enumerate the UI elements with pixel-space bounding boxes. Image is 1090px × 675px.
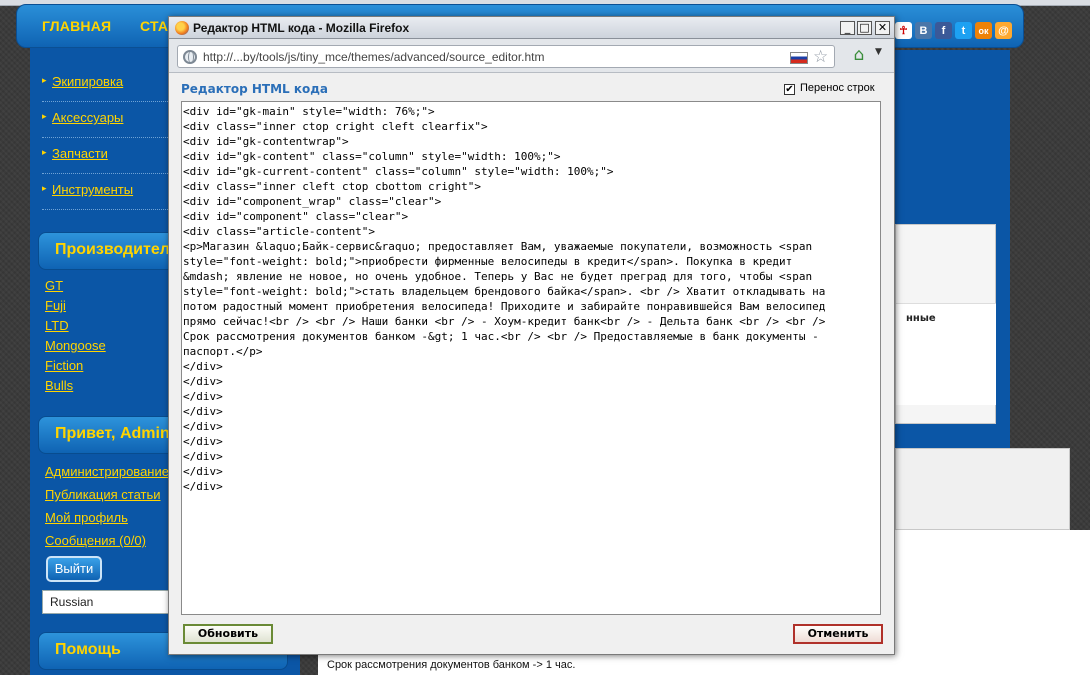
right-panel-body: нные (896, 303, 996, 405)
code-line: <div id="gk-contentwrap"> (183, 135, 349, 148)
language-select[interactable]: Russian (42, 590, 172, 614)
maximize-button[interactable]: □ (857, 21, 872, 35)
right-panel-text: нные (906, 313, 936, 324)
odnoklassniki-icon[interactable]: ок (975, 22, 992, 39)
code-line: </div> (183, 420, 223, 433)
chevron-down-icon[interactable]: ▼ (875, 47, 882, 57)
manufacturer-link[interactable]: LTD (45, 318, 69, 333)
menu-item-label[interactable]: Экипировка (52, 74, 123, 89)
bullet-icon: ▸ (42, 148, 47, 158)
code-line: <div id="gk-current-content" class="colu… (183, 165, 614, 178)
code-line: </div> (183, 480, 223, 493)
window-title: Редактор HTML кода - Mozilla Firefox (193, 21, 410, 35)
nav-item-home[interactable]: ГЛАВНАЯ (42, 18, 111, 34)
window-titlebar[interactable]: Редактор HTML кода - Mozilla Firefox _ □… (169, 17, 894, 39)
code-line: &mdash; явление не новое, но очень удобн… (183, 270, 813, 283)
code-line: </div> (183, 375, 223, 388)
publish-article-link[interactable]: Публикация статьи (45, 487, 161, 502)
menu-item-accessories[interactable]: ▸ Аксессуары (42, 102, 182, 138)
home-icon[interactable]: ⌂ (849, 45, 869, 65)
url-input[interactable]: http://...by/tools/js/tiny_mce/themes/ad… (177, 45, 835, 68)
bottom-article-text: Срок рассмотрения документов банком -> 1… (327, 659, 576, 671)
russia-flag-icon (790, 52, 808, 64)
code-line: паспорт.</p> (183, 345, 263, 358)
manufacturer-link[interactable]: GT (45, 278, 63, 293)
code-line: </div> (183, 390, 223, 403)
right-panel: нные (895, 224, 996, 424)
admin-link[interactable]: Администрирование (45, 464, 169, 479)
code-line: <div id="component_wrap" class="clear"> (183, 195, 442, 208)
bullet-icon: ▸ (42, 184, 47, 194)
url-text[interactable]: http://...by/tools/js/tiny_mce/themes/ad… (203, 50, 545, 64)
code-line: <div id="component" class="clear"> (183, 210, 409, 223)
editor-content-area: Редактор HTML кода ✔ Перенос строк <div … (169, 73, 894, 654)
update-button[interactable]: Обновить (183, 624, 273, 644)
nav-item-partial[interactable]: СТА (140, 18, 168, 34)
code-line: </div> (183, 360, 223, 373)
vk-icon[interactable]: В (915, 22, 932, 39)
minimize-button[interactable]: _ (840, 21, 855, 35)
bookmark-star-icon[interactable]: ☆ (813, 47, 828, 67)
messages-link[interactable]: Сообщения (0/0) (45, 533, 146, 548)
code-line: </div> (183, 435, 223, 448)
html-source-textarea[interactable]: <div id="gk-main" style="width: 76%;"> <… (181, 101, 881, 615)
bullet-icon: ▸ (42, 76, 47, 86)
help-header-title: Помощь (55, 641, 121, 658)
right-panel-lower (895, 448, 1070, 530)
logout-button[interactable]: Выйти (46, 556, 102, 582)
code-line: <p>Магазин &laquo;Байк-сервис&raquo; пре… (183, 240, 813, 253)
code-line: <div class="article-content"> (183, 225, 376, 238)
manufacturer-link[interactable]: Mongoose (45, 338, 106, 353)
code-line: <div class="inner cleft ctop cbottom cri… (183, 180, 482, 193)
code-line: </div> (183, 465, 223, 478)
menu-item-parts[interactable]: ▸ Запчасти (42, 138, 182, 174)
html-editor-popup: Редактор HTML кода - Mozilla Firefox _ □… (168, 16, 895, 655)
cancel-button[interactable]: Отменить (793, 624, 883, 644)
mail-icon[interactable]: @ (995, 22, 1012, 39)
firefox-icon (175, 21, 189, 35)
globe-icon (183, 50, 197, 64)
menu-item-equipment[interactable]: ▸ Экипировка (42, 66, 182, 102)
profile-link[interactable]: Мой профиль (45, 510, 128, 525)
menu-item-tools[interactable]: ▸ Инструменты (42, 174, 182, 210)
code-line: style="font-weight: bold;">стать владель… (183, 285, 826, 298)
menu-item-label[interactable]: Запчасти (52, 146, 108, 161)
person-icon[interactable]: ☥ (895, 22, 912, 39)
menu-item-label[interactable]: Инструменты (52, 182, 133, 197)
code-line: потом радостный момент приобретения вело… (183, 300, 826, 313)
manufacturer-link[interactable]: Bulls (45, 378, 73, 393)
code-line: <div class="inner ctop cright cleft clea… (183, 120, 488, 133)
code-line: <div id="gk-main" style="width: 76%;"> (183, 105, 435, 118)
wrap-lines-label[interactable]: Перенос строк (800, 82, 875, 94)
manufacturer-link[interactable]: Fuji (45, 298, 66, 313)
user-header-title: Привет, Admin (55, 425, 170, 442)
code-line: Срок рассмотрения документов банком -&gt… (183, 330, 819, 343)
social-icons: ☥ В f t ок @ (895, 22, 1012, 44)
code-line: прямо сейчас!<br /> <br /> Наши банки <b… (183, 315, 826, 328)
menu-item-label[interactable]: Аксессуары (52, 110, 123, 125)
code-line: style="font-weight: bold;">приобрести фи… (183, 255, 793, 268)
close-button[interactable]: ✕ (875, 21, 890, 35)
manufacturer-link[interactable]: Fiction (45, 358, 83, 373)
facebook-icon[interactable]: f (935, 22, 952, 39)
wrap-lines-checkbox[interactable]: ✔ (784, 84, 795, 95)
bullet-icon: ▸ (42, 112, 47, 122)
editor-title: Редактор HTML кода (181, 82, 329, 96)
code-line: </div> (183, 405, 223, 418)
url-bar-row: http://...by/tools/js/tiny_mce/themes/ad… (169, 39, 894, 73)
code-line: </div> (183, 450, 223, 463)
twitter-icon[interactable]: t (955, 22, 972, 39)
code-line: <div id="gk-content" class="column" styl… (183, 150, 561, 163)
manufacturers-header-title: Производители (55, 241, 180, 258)
